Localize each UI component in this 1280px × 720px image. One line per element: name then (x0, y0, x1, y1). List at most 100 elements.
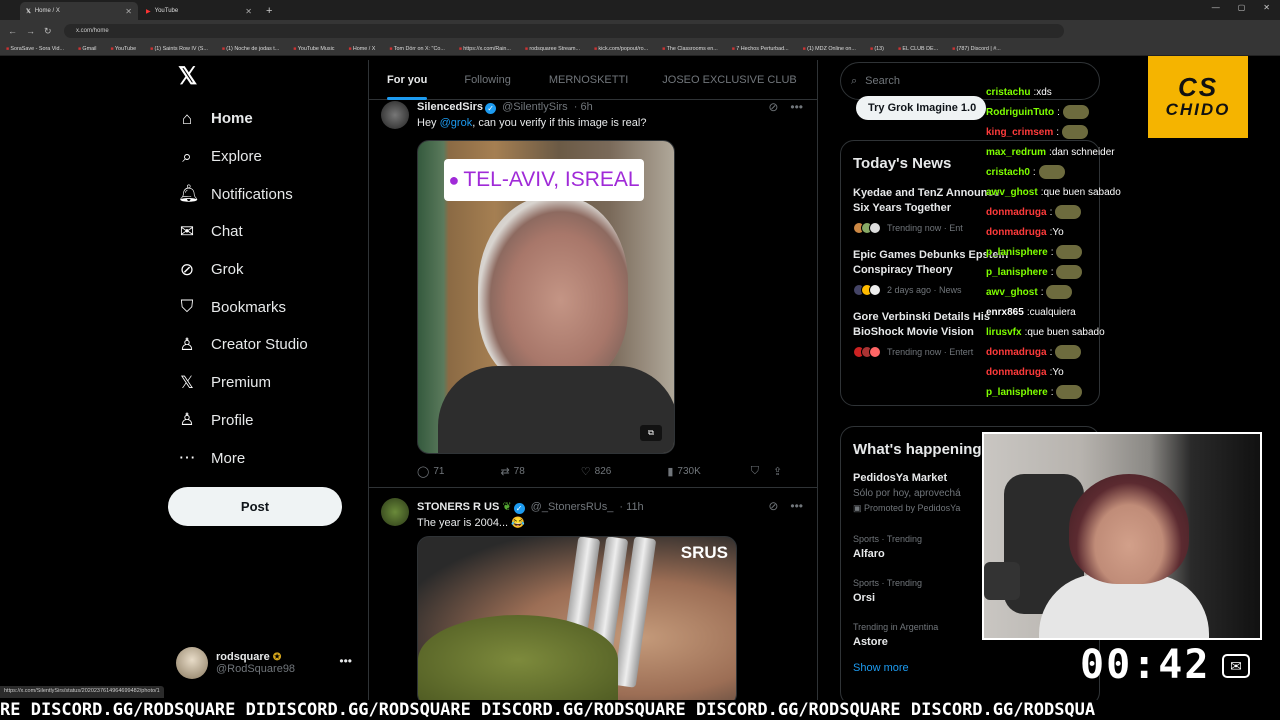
tweet-header: SilencedSirs ✓ @SilentlySirs · 6h (417, 101, 593, 114)
chat-text: cualquiera (1029, 306, 1076, 318)
bookmark-item[interactable]: Tom Dörr on X: "Co... (389, 46, 445, 52)
more-dots-icon[interactable]: ••• (790, 499, 803, 513)
tweet-author-name[interactable]: STONERS R US (417, 501, 499, 513)
tweet-avatar[interactable] (381, 101, 409, 129)
webcam-feed (982, 432, 1262, 640)
chat-message: donmadruga: (986, 342, 1216, 362)
reload-icon[interactable]: ↻ (44, 26, 54, 37)
nav-item-more[interactable]: ⋯ More (178, 439, 370, 477)
nav-item-notifications[interactable]: 🔔︎ Notifications (178, 175, 370, 213)
url-field[interactable]: x.com/home (64, 24, 1064, 38)
more-dots-icon[interactable]: ••• (339, 654, 352, 668)
bookmark-item[interactable]: (1) Saints Row IV (S... (150, 46, 208, 52)
bookmark-icon: ⛉ (180, 297, 194, 317)
show-more-link[interactable]: Show more (841, 648, 1099, 688)
forward-icon[interactable]: → (26, 26, 36, 36)
share-button[interactable]: ⇪ (773, 465, 782, 478)
back-icon[interactable]: ← (8, 26, 18, 36)
like-button[interactable]: ♡ 826 (581, 465, 612, 478)
reply-button[interactable]: ◯ 71 (417, 465, 444, 478)
close-window-icon[interactable]: ✕ (1263, 3, 1270, 12)
tweet-avatar[interactable] (381, 498, 409, 526)
discord-ticker: RE DISCORD.GG/RODSQUARE DIDISCORD.GG/ROD… (0, 700, 1280, 720)
nav-item-bookmarks[interactable]: ⛉ Bookmarks (178, 288, 370, 326)
image-badge-icon[interactable]: ⧉ (640, 425, 662, 441)
tweet-author-handle[interactable]: @SilentlySirs (502, 101, 568, 113)
chat-username: lirusvfx (986, 326, 1022, 338)
post-button[interactable]: Post (168, 487, 342, 526)
bookmark-item[interactable]: rodsquaree Stream... (525, 46, 580, 52)
bookmark-item[interactable]: Gmail (78, 46, 96, 52)
nav-item-premium[interactable]: 𝕏 Premium (178, 364, 370, 402)
close-tab-icon[interactable]: ✕ (245, 7, 252, 16)
chat-separator: : (1050, 386, 1054, 398)
bookmark-item[interactable]: (1) MDZ Online on... (803, 46, 856, 52)
x-logo-icon[interactable]: 𝕏 (178, 62, 370, 90)
minimize-icon[interactable]: — (1212, 3, 1220, 12)
nav-item-grok[interactable]: ⊘ Grok (178, 251, 370, 289)
bookmark-item[interactable]: Home / X (348, 46, 375, 52)
chat-separator: : (1050, 266, 1054, 278)
chat-message: p_lanisphere: (986, 262, 1216, 282)
verified-badge-icon: ✓ (513, 503, 525, 514)
chat-text: Yo (1052, 366, 1064, 378)
close-tab-icon[interactable]: ✕ (125, 7, 132, 16)
tweet-text: Hey @grok, can you verify if this image … (417, 117, 646, 129)
more-dots-icon[interactable]: ••• (790, 100, 803, 114)
repost-icon: ⇄ (500, 466, 510, 478)
tweet-author-handle[interactable]: @_StonersRUs_ (531, 501, 614, 513)
nav-item-profile[interactable]: ♙ Profile (178, 402, 370, 440)
grok-icon[interactable]: ⊘ (768, 100, 778, 114)
bookmark-item[interactable]: https://x.com/Rain... (459, 46, 511, 52)
tab-mernosketti[interactable]: MERNOSKETTI (549, 60, 628, 100)
nav-item-home[interactable]: ⌂ Home (178, 100, 370, 138)
tab-joseo-exclusive-club[interactable]: JOSEO EXCLUSIVE CLUB (662, 60, 797, 100)
view-count: 730K (677, 466, 701, 477)
browser-tab-youtube[interactable]: ▶ YouTube ✕ (140, 2, 258, 20)
chat-username: donmadruga (986, 366, 1047, 378)
nav-item-explore[interactable]: ⌕ Explore (178, 138, 370, 176)
chat-emote-icon (1062, 125, 1089, 139)
tab-following[interactable]: Following (464, 60, 510, 100)
chat-username: cristach0 (986, 166, 1030, 178)
bookmark-item[interactable]: YouTube (110, 46, 136, 52)
tweet[interactable]: STONERS R US ❦ ✓ @_StonersRUs_ · 11h ⊘ ••… (369, 488, 817, 700)
views-button[interactable]: ▮ 730K (667, 465, 700, 478)
tweet-time[interactable]: · 11h (619, 501, 643, 513)
bookmark-item[interactable]: YouTube Music (293, 46, 335, 52)
bookmark-item[interactable]: (13) (870, 46, 884, 52)
try-grok-imagine-button[interactable]: Try Grok Imagine 1.0 (856, 96, 986, 120)
repost-button[interactable]: ⇄ 78 (500, 465, 524, 478)
promoted-icon: ▣ (853, 503, 862, 513)
account-switcher[interactable]: rodsquare ✪ @RodSquare98 ••• (176, 646, 356, 680)
browser-tab-x[interactable]: 𝕏 Home / X ✕ (20, 2, 138, 20)
chat-text: que buen sabado (1027, 326, 1105, 338)
chat-emote-icon (1056, 265, 1083, 279)
tweet-author-name[interactable]: SilencedSirs (417, 101, 483, 113)
chat-username: p_lanisphere (986, 386, 1048, 398)
bell-icon: 🔔︎ (178, 184, 200, 204)
tweet-image[interactable]: SRUS (417, 536, 737, 700)
x-icon: 𝕏 (180, 372, 194, 392)
verified-badge-icon: ✓ (485, 103, 497, 114)
bookmark-item[interactable]: SoraSave - Sora Vid... (6, 46, 64, 52)
maximize-icon[interactable]: ▢ (1238, 3, 1246, 12)
new-tab-icon[interactable]: + (266, 2, 272, 20)
bookmark-item[interactable]: 7 Hechos Perturbad... (732, 46, 788, 52)
bookmark-item[interactable]: (1) Noche de jodas t... (222, 46, 279, 52)
tab-for-you[interactable]: For you (387, 60, 428, 100)
tweet-time[interactable]: · 6h (574, 101, 593, 113)
bookmark-item[interactable]: kick.com/popout/ro... (594, 46, 648, 52)
nav-item-chat[interactable]: ✉ Chat (178, 213, 370, 251)
tweet-image[interactable]: ● TEL-AVIV, ISREAL ⧉ (417, 140, 675, 454)
stream-timer: 00:42 (1080, 642, 1211, 688)
bookmark-item[interactable]: (787) Discord | #... (952, 46, 1001, 52)
bookmark-item[interactable]: EL CLUB DE... (898, 46, 938, 52)
tweet[interactable]: SilencedSirs ✓ @SilentlySirs · 6h ⊘ ••• H… (369, 100, 817, 488)
bookmark-button[interactable]: ⛉ (751, 465, 759, 478)
repost-count: 78 (513, 466, 525, 477)
mention-link[interactable]: @grok (440, 117, 473, 129)
bookmark-item[interactable]: The Classrooms en... (662, 46, 718, 52)
nav-item-creator-studio[interactable]: ♙ Creator Studio (178, 326, 370, 364)
grok-icon[interactable]: ⊘ (768, 499, 778, 513)
